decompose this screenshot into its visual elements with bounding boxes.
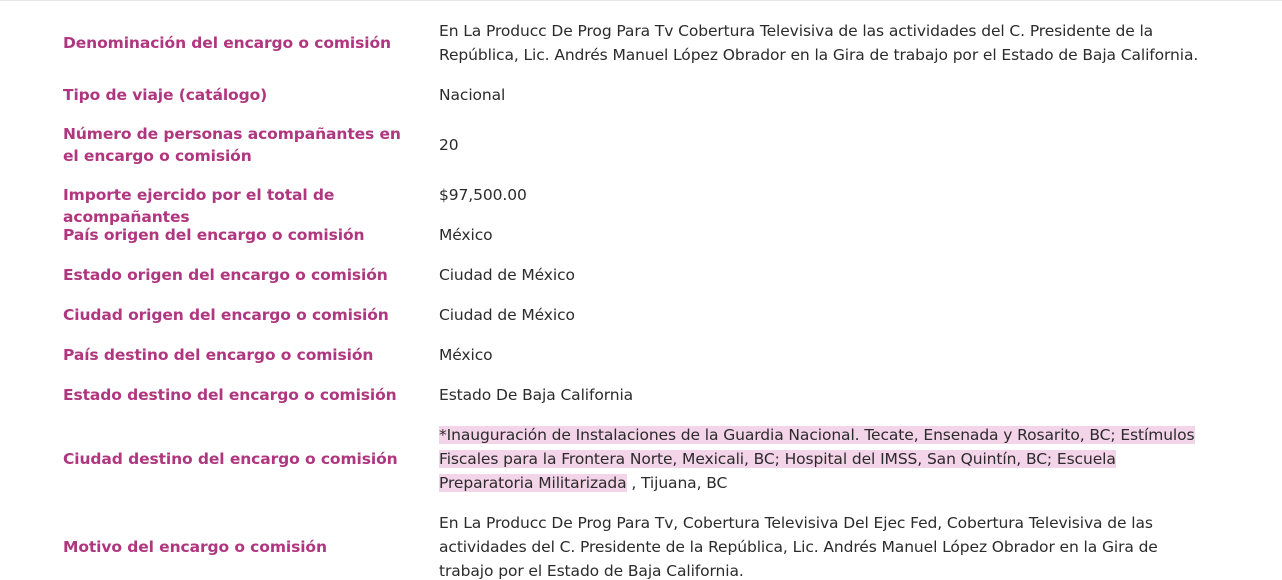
plain-text: , Tijuana, BC [626,474,728,492]
row-label: Denominación del encargo o comisión [63,34,391,52]
row-label: Motivo del encargo o comisión [63,538,327,556]
row-label: Tipo de viaje (catálogo) [63,86,268,104]
row-value: *Inauguración de Instalaciones de la Gua… [439,423,1199,495]
highlighted-text: *Inauguración de Instalaciones de la Gua… [439,426,1195,492]
row-label: Ciudad origen del encargo o comisión [63,306,389,324]
row-label: Importe ejercido por el total de acompañ… [63,186,335,226]
row-label: Número de personas acompañantes en el en… [63,125,401,165]
row-value: Nacional [439,86,506,104]
row-value: Ciudad de México [439,266,575,284]
row-value: En La Producc De Prog Para Tv Cobertura … [439,22,1199,64]
row-label: Estado destino del encargo o comisión [63,386,397,404]
row-value: México [439,226,493,244]
row-value: 20 [439,136,459,154]
row-value: En La Producc De Prog Para Tv, Cobertura… [439,514,1158,580]
row-label: Ciudad destino del encargo o comisión [63,450,398,468]
row-value: Ciudad de México [439,306,575,324]
row-value: Estado De Baja California [439,386,634,404]
row-value: $97,500.00 [439,186,527,204]
row-label: País destino del encargo o comisión [63,346,374,364]
row-label: Estado origen del encargo o comisión [63,266,388,284]
travel-details-table: Denominación del encargo o comisión En L… [0,0,1282,580]
row-value: México [439,346,493,364]
row-label: País origen del encargo o comisión [63,226,365,244]
